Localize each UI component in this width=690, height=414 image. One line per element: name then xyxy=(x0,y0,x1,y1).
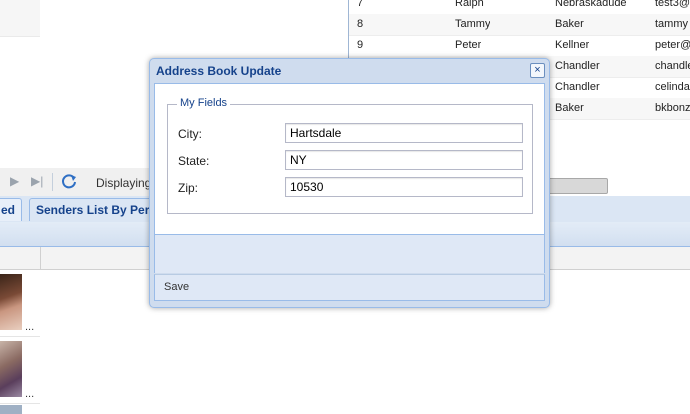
photo-thumbnail xyxy=(0,341,22,397)
cell-email: tammy xyxy=(655,18,688,30)
empty-list-row xyxy=(0,0,40,37)
table-row[interactable]: 9 Peter Kellner peter@ xyxy=(349,35,690,57)
cell-id: 9 xyxy=(357,39,364,51)
cell-email: test3@ xyxy=(655,0,690,9)
table-row[interactable]: 8 Tammy Baker tammy xyxy=(349,14,690,36)
cell-last-name: Baker xyxy=(555,102,584,114)
state-label: State: xyxy=(178,154,210,168)
cell-email: peter@ xyxy=(655,39,690,51)
tab-senders-list-by-person[interactable]: Senders List By Pers xyxy=(29,198,164,221)
zip-label: Zip: xyxy=(178,181,199,195)
cell-email: chandle xyxy=(655,60,690,72)
cell-id: 8 xyxy=(357,18,364,30)
cell-last-name: Nebraskadude xyxy=(555,0,627,9)
city-label: City: xyxy=(178,127,202,141)
grid-horizontal-scrollbar[interactable] xyxy=(540,178,608,194)
refresh-icon[interactable] xyxy=(60,172,78,190)
cell-email: bkbonz xyxy=(655,102,690,114)
state-field[interactable] xyxy=(285,150,523,170)
city-field[interactable] xyxy=(285,123,523,143)
cell-last-name: Chandler xyxy=(555,60,600,72)
table-row[interactable]: 7 Ralph Nebraskadude test3@ xyxy=(349,0,690,15)
cell-first-name: Ralph xyxy=(455,0,484,9)
address-book-update-dialog: Address Book Update × My Fields City: St… xyxy=(149,58,550,308)
cell-first-name: Peter xyxy=(455,39,482,51)
fieldset-legend: My Fields xyxy=(177,97,231,109)
cell-last-name: Kellner xyxy=(555,39,590,51)
save-button[interactable]: Save xyxy=(164,281,189,293)
column-divider xyxy=(40,247,41,269)
cell-email: celinda xyxy=(655,81,690,93)
list-item[interactable]: ... xyxy=(0,270,40,337)
next-page-icon[interactable]: ▶ xyxy=(10,174,19,188)
cell-last-name: Chandler xyxy=(555,81,600,93)
paging-displaying-label: Displaying xyxy=(96,176,152,190)
cell-id: 7 xyxy=(357,0,364,9)
dialog-button-bar: Save xyxy=(154,274,545,301)
my-fields-fieldset: My Fields City: State: Zip: xyxy=(167,97,533,214)
close-icon[interactable]: × xyxy=(530,63,545,78)
photo-thumbnail xyxy=(0,405,22,414)
dialog-body: My Fields City: State: Zip: xyxy=(154,83,545,235)
toolbar-separator xyxy=(52,173,53,191)
ellipsis-text: ... xyxy=(25,388,35,400)
photo-thumbnail xyxy=(0,274,22,330)
dialog-footer xyxy=(154,235,545,273)
tab-active[interactable]: ed xyxy=(0,198,23,221)
cell-first-name: Tammy xyxy=(455,18,491,30)
zip-field[interactable] xyxy=(285,177,523,197)
ellipsis-text: ... xyxy=(25,321,35,333)
list-item[interactable]: ... xyxy=(0,337,40,404)
cell-last-name: Baker xyxy=(555,18,584,30)
last-page-icon[interactable]: ▶| xyxy=(31,174,43,188)
dialog-title: Address Book Update xyxy=(156,64,282,78)
